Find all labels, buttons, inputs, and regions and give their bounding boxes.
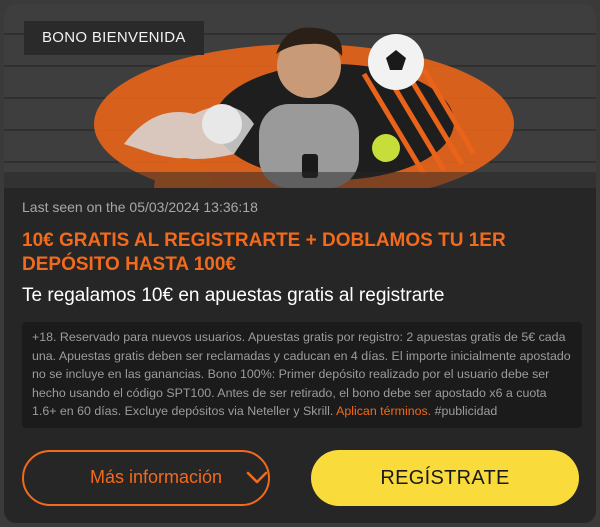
terms-link[interactable]: Aplican términos.	[336, 404, 431, 418]
more-info-button[interactable]: Más información	[22, 450, 270, 506]
promo-hero-image: BONO BIENVENIDA	[4, 4, 596, 188]
promo-card: BONO BIENVENIDA Last seen on the 05/03/2…	[4, 4, 596, 523]
advertising-tag: #publicidad	[431, 404, 498, 419]
offer-title: 10€ GRATIS AL REGISTRARTE + DOBLAMOS TU …	[22, 230, 506, 275]
terms-box: +18. Reservado para nuevos usuarios. Apu…	[22, 322, 582, 428]
chevron-down-icon	[246, 469, 268, 490]
offer-subtitle: Te regalamos 10€ en apuestas gratis al r…	[22, 285, 445, 306]
more-info-label: Más información	[90, 467, 223, 487]
register-button[interactable]: REGÍSTRATE	[311, 450, 579, 506]
last-seen-timestamp: Last seen on the 05/03/2024 13:36:18	[22, 199, 258, 215]
bonus-badge: BONO BIENVENIDA	[24, 21, 204, 55]
